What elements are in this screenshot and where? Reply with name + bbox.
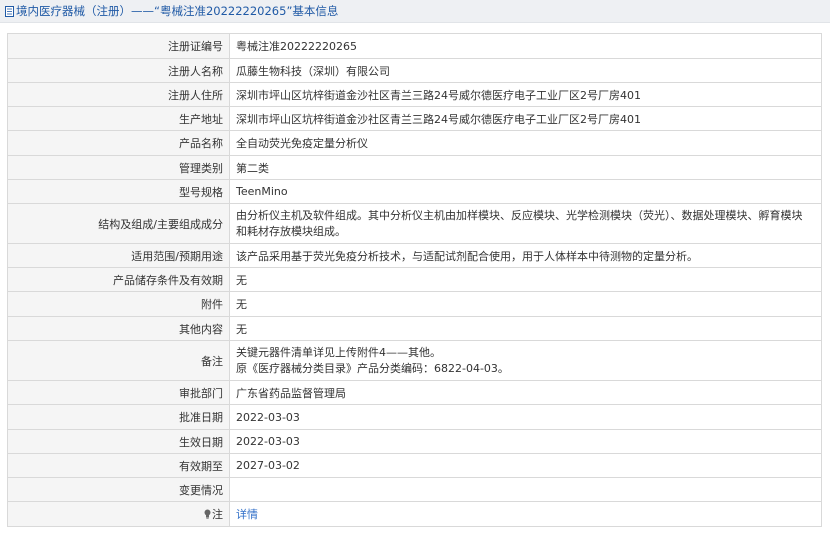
table-row: 注册人住所 深圳市坪山区坑梓街道金沙社区青兰三路24号威尔德医疗电子工业厂区2号… [7, 82, 822, 107]
row-label: 审批部门 [7, 380, 230, 405]
row-value: TeenMino [229, 179, 822, 204]
row-value: 该产品采用基于荧光免疫分析技术，与适配试剂配合使用，用于人体样本中待测物的定量分… [229, 243, 822, 268]
page-header: 境内医疗器械（注册）——“粤械注准20222220265”基本信息 [0, 0, 830, 23]
document-icon [4, 5, 14, 17]
info-table: 注册证编号 粤械注准20222220265 注册人名称 瓜藤生物科技（深圳）有限… [7, 33, 822, 527]
table-row: 产品储存条件及有效期 无 [7, 267, 822, 292]
lightbulb-icon [204, 509, 211, 522]
row-label: 注册人名称 [7, 58, 230, 83]
row-value: 深圳市坪山区坑梓街道金沙社区青兰三路24号威尔德医疗电子工业厂区2号厂房401 [229, 82, 822, 107]
table-row: 注册证编号 粤械注准20222220265 [7, 33, 822, 59]
row-label: 附件 [7, 291, 230, 317]
row-label: 其他内容 [7, 316, 230, 341]
note-label-cell: 注 [7, 501, 230, 527]
table-row: 生产地址 深圳市坪山区坑梓街道金沙社区青兰三路24号威尔德医疗电子工业厂区2号厂… [7, 106, 822, 131]
row-label: 备注 [7, 340, 230, 381]
row-value: 详情 [229, 501, 822, 527]
row-value: 第二类 [229, 155, 822, 180]
table-row: 结构及组成/主要组成成分 由分析仪主机及软件组成。其中分析仪主机由加样模块、反应… [7, 203, 822, 244]
table-row: 审批部门 广东省药品监督管理局 [7, 380, 822, 405]
info-table-wrapper: 注册证编号 粤械注准20222220265 注册人名称 瓜藤生物科技（深圳）有限… [7, 33, 822, 527]
row-value: 2022-03-03 [229, 404, 822, 430]
row-label: 适用范围/预期用途 [7, 243, 230, 268]
row-label: 生产地址 [7, 106, 230, 131]
table-row: 其他内容 无 [7, 316, 822, 341]
row-value [229, 477, 822, 502]
row-label: 批准日期 [7, 404, 230, 430]
row-label: 型号规格 [7, 179, 230, 204]
row-label: 结构及组成/主要组成成分 [7, 203, 230, 244]
row-value: 无 [229, 291, 822, 317]
row-value: 无 [229, 267, 822, 292]
remark-line-2: 原《医疗器械分类目录》产品分类编码：6822-04-03。 [236, 361, 509, 375]
row-value: 深圳市坪山区坑梓街道金沙社区青兰三路24号威尔德医疗电子工业厂区2号厂房401 [229, 106, 822, 131]
row-label: 产品名称 [7, 130, 230, 156]
details-link[interactable]: 详情 [236, 508, 258, 521]
table-row: 生效日期 2022-03-03 [7, 429, 822, 454]
table-row: 注 详情 [7, 501, 822, 527]
row-value: 2027-03-02 [229, 453, 822, 478]
table-row: 批准日期 2022-03-03 [7, 404, 822, 430]
row-label: 变更情况 [7, 477, 230, 502]
row-value: 无 [229, 316, 822, 341]
table-row: 适用范围/预期用途 该产品采用基于荧光免疫分析技术，与适配试剂配合使用，用于人体… [7, 243, 822, 268]
row-label: 产品储存条件及有效期 [7, 267, 230, 292]
table-row: 附件 无 [7, 291, 822, 317]
table-row: 产品名称 全自动荧光免疫定量分析仪 [7, 130, 822, 156]
row-value: 2022-03-03 [229, 429, 822, 454]
row-value: 广东省药品监督管理局 [229, 380, 822, 405]
table-row: 管理类别 第二类 [7, 155, 822, 180]
table-row: 型号规格 TeenMino [7, 179, 822, 204]
row-value: 全自动荧光免疫定量分析仪 [229, 130, 822, 156]
table-row: 注册人名称 瓜藤生物科技（深圳）有限公司 [7, 58, 822, 83]
table-row: 有效期至 2027-03-02 [7, 453, 822, 478]
row-label: 生效日期 [7, 429, 230, 454]
row-label: 有效期至 [7, 453, 230, 478]
note-label: 注 [212, 508, 223, 521]
row-value: 由分析仪主机及软件组成。其中分析仪主机由加样模块、反应模块、光学检测模块（荧光）… [229, 203, 822, 244]
table-row: 备注 关键元器件清单详见上传附件4——其他。 原《医疗器械分类目录》产品分类编码… [7, 340, 822, 381]
row-value: 瓜藤生物科技（深圳）有限公司 [229, 58, 822, 83]
row-label: 注册证编号 [7, 33, 230, 59]
row-value-text: 由分析仪主机及软件组成。其中分析仪主机由加样模块、反应模块、光学检测模块（荧光）… [236, 208, 803, 238]
page-title: 境内医疗器械（注册）——“粤械注准20222220265”基本信息 [16, 4, 339, 18]
row-value: 关键元器件清单详见上传附件4——其他。 原《医疗器械分类目录》产品分类编码：68… [229, 340, 822, 381]
remark-line-1: 关键元器件清单详见上传附件4——其他。 [236, 345, 441, 359]
row-label: 管理类别 [7, 155, 230, 180]
row-value: 粤械注准20222220265 [229, 33, 822, 59]
row-label: 注册人住所 [7, 82, 230, 107]
table-row: 变更情况 [7, 477, 822, 502]
